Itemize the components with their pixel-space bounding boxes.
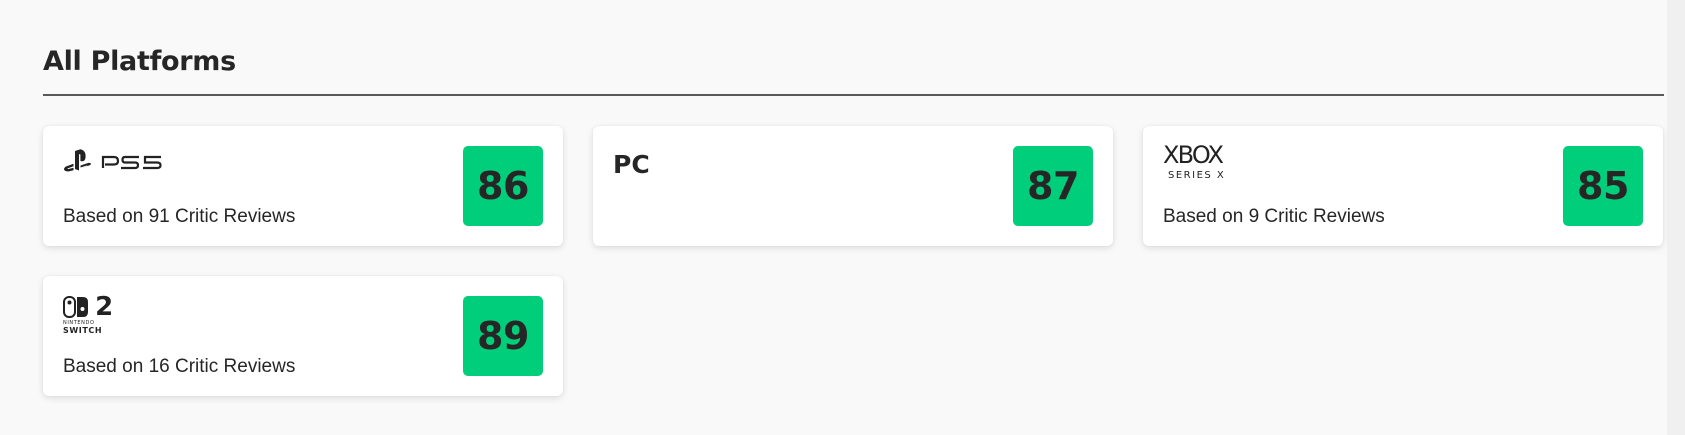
xbox-logo-text: XBOX <box>1163 141 1224 169</box>
platform-card-pc[interactable]: PC 87 <box>593 126 1113 246</box>
critic-reviews-count[interactable]: Based on 16 Critic Reviews <box>63 356 295 378</box>
metascore-badge[interactable]: 86 <box>463 146 543 226</box>
series-x-logo-text: SERIES X <box>1168 170 1226 181</box>
section-divider <box>43 94 1664 96</box>
nintendo-switch-2-logo-icon: 2 NINTENDO SWITCH <box>63 292 114 335</box>
scrollbar-track[interactable] <box>1667 0 1685 435</box>
metascore-badge[interactable]: 89 <box>463 296 543 376</box>
switch-wordmark: SWITCH <box>63 326 103 335</box>
ps5-logo-icon <box>63 148 173 180</box>
section-title: All Platforms <box>43 46 236 77</box>
page: All Platforms Based on 91 Critic Reviews… <box>0 0 1685 435</box>
pc-logo: PC <box>613 150 650 179</box>
metascore-badge[interactable]: 85 <box>1563 146 1643 226</box>
critic-reviews-count[interactable]: Based on 9 Critic Reviews <box>1163 206 1385 228</box>
metascore-badge[interactable]: 87 <box>1013 146 1093 226</box>
xbox-series-x-logo-icon: XBOX SERIES X <box>1163 141 1226 181</box>
platform-card-nintendo-switch-2[interactable]: 2 NINTENDO SWITCH Based on 16 Critic Rev… <box>43 276 563 396</box>
switch-2-numeral: 2 <box>95 292 114 322</box>
platform-card-ps5[interactable]: Based on 91 Critic Reviews 86 <box>43 126 563 246</box>
critic-reviews-count[interactable]: Based on 91 Critic Reviews <box>63 206 295 228</box>
platform-card-xbox-series-x[interactable]: XBOX SERIES X Based on 9 Critic Reviews … <box>1143 126 1663 246</box>
